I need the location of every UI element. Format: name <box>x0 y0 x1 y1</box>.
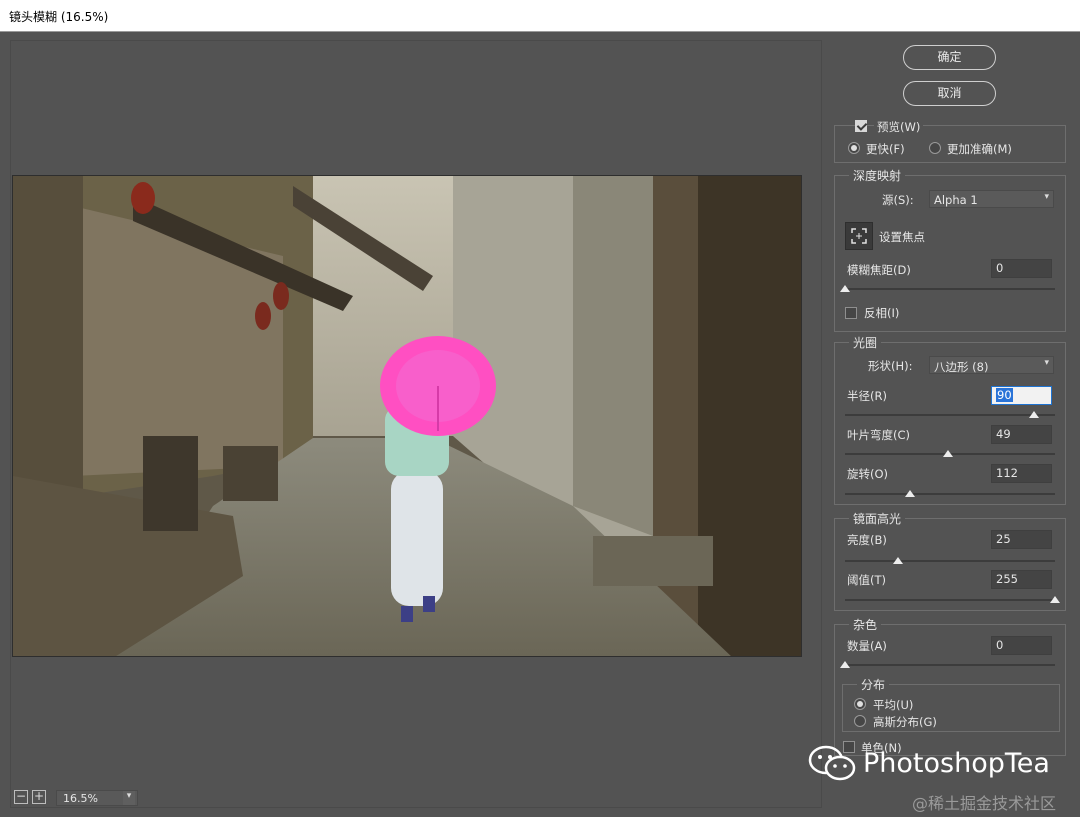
rotation-label: 旋转(O) <box>847 467 889 481</box>
threshold-input[interactable]: 255 <box>991 570 1052 589</box>
rotation-slider[interactable] <box>845 493 1055 495</box>
invert-label: 反相(I) <box>864 306 900 320</box>
brightness-label: 亮度(B) <box>847 533 887 547</box>
preview-label: 预览(W) <box>874 119 924 135</box>
threshold-label: 阈值(T) <box>847 573 886 587</box>
preview-photo <box>12 175 802 657</box>
radius-thumb[interactable] <box>1029 411 1039 418</box>
blade-thumb[interactable] <box>942 450 953 457</box>
blur-focal-input[interactable]: 0 <box>991 259 1052 278</box>
faster-radio[interactable] <box>848 142 860 154</box>
window-title: 镜头模糊 (16.5%) <box>9 10 109 24</box>
cancel-button[interactable]: 取消 <box>903 81 996 106</box>
shape-select[interactable]: 八边形 (8) ▾ <box>929 356 1054 374</box>
source-label: 源(S): <box>882 193 914 207</box>
gaussian-label: 高斯分布(G) <box>873 715 937 729</box>
brightness-slider[interactable] <box>845 560 1055 562</box>
radius-slider[interactable] <box>845 414 1055 416</box>
iris-label: 光圈 <box>849 334 882 351</box>
amount-label: 数量(A) <box>847 639 887 653</box>
set-focus-label: 设置焦点 <box>879 230 925 244</box>
chevron-down-icon: ▾ <box>1044 192 1049 202</box>
amount-thumb[interactable] <box>840 661 850 668</box>
zoom-in-button[interactable]: + <box>32 790 46 804</box>
uniform-label: 平均(U) <box>873 698 914 712</box>
brightness-thumb[interactable] <box>892 557 903 564</box>
ok-button[interactable]: 确定 <box>903 45 996 70</box>
threshold-slider[interactable] <box>845 599 1055 601</box>
blade-input[interactable]: 49 <box>991 425 1052 444</box>
watermark: PhotoshopTea <box>808 744 1050 786</box>
zoom-select[interactable]: 16.5% ▾ <box>56 790 138 806</box>
source-select[interactable]: Alpha 1 ▾ <box>929 190 1054 208</box>
radius-input[interactable]: 90 <box>991 386 1052 405</box>
shape-label: 形状(H): <box>868 359 913 373</box>
amount-slider[interactable] <box>845 664 1055 666</box>
depth-map-label: 深度映射 <box>849 167 906 184</box>
distribution-label: 分布 <box>857 676 890 693</box>
noise-label: 杂色 <box>849 616 882 633</box>
preview-checkbox[interactable] <box>855 120 867 132</box>
rotation-thumb[interactable] <box>905 490 916 497</box>
invert-checkbox[interactable] <box>845 307 857 319</box>
uniform-radio[interactable] <box>854 698 866 710</box>
source-value: Alpha 1 <box>934 193 978 207</box>
chevron-down-icon: ▾ <box>1044 358 1049 368</box>
brightness-input[interactable]: 25 <box>991 530 1052 549</box>
rotation-input[interactable]: 112 <box>991 464 1052 483</box>
threshold-thumb[interactable] <box>1050 596 1060 603</box>
crosshair-icon <box>851 228 867 244</box>
chevron-down-icon: ▾ <box>123 791 135 805</box>
credit-text: @稀土掘金技术社区 <box>912 794 1057 813</box>
radius-label: 半径(R) <box>847 389 887 403</box>
watermark-text: PhotoshopTea <box>863 748 1050 779</box>
zoom-value: 16.5% <box>63 792 98 805</box>
zoom-out-button[interactable]: − <box>14 790 28 804</box>
faster-label: 更快(F) <box>866 142 905 156</box>
more-accurate-radio[interactable] <box>929 142 941 154</box>
specular-label: 镜面高光 <box>849 510 906 527</box>
blur-focal-slider[interactable] <box>845 288 1055 290</box>
blur-focal-label: 模糊焦距(D) <box>847 263 911 277</box>
blade-label: 叶片弯度(C) <box>847 428 911 442</box>
shape-value: 八边形 (8) <box>934 360 989 374</box>
gaussian-radio[interactable] <box>854 715 866 727</box>
wechat-icon <box>808 745 856 781</box>
blur-focal-thumb[interactable] <box>840 285 850 292</box>
radius-value: 90 <box>996 388 1013 402</box>
amount-input[interactable]: 0 <box>991 636 1052 655</box>
more-accurate-label: 更加准确(M) <box>947 142 1012 156</box>
title-bar: 镜头模糊 (16.5%) <box>0 0 1080 32</box>
set-focus-button[interactable] <box>845 222 873 250</box>
